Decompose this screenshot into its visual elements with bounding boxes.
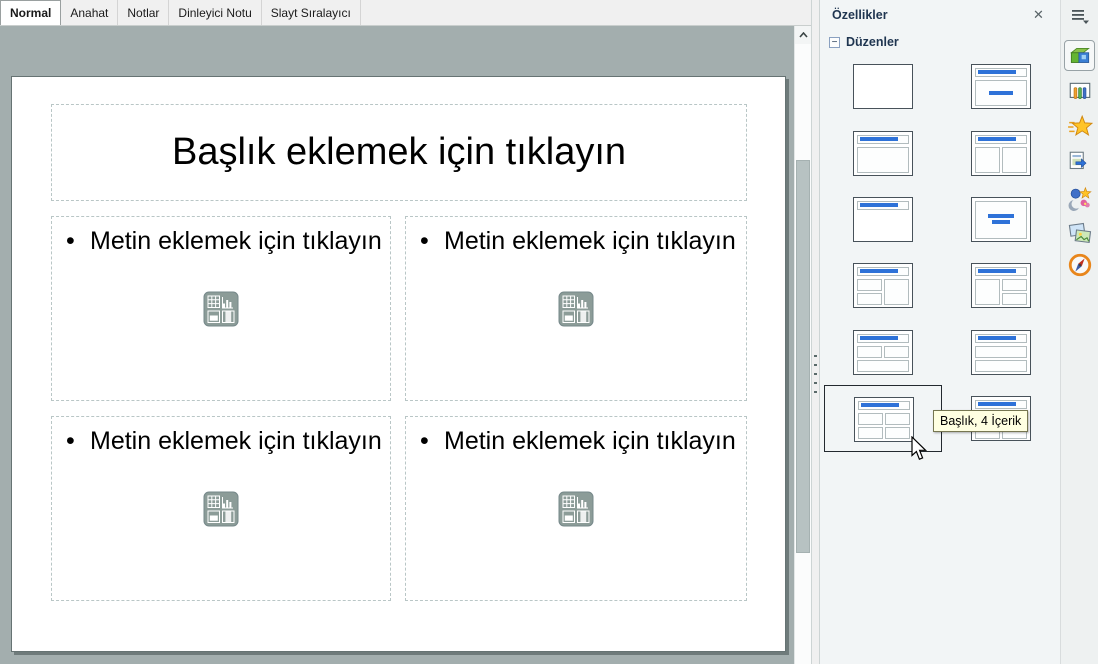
bullet: • <box>420 224 444 258</box>
sidebar-splitter[interactable] <box>811 0 820 664</box>
close-icon[interactable]: ✕ <box>1031 7 1046 22</box>
layout-title-two-content[interactable] <box>942 120 1060 187</box>
title-placeholder[interactable]: Başlık eklemek için tıklayın <box>51 104 747 201</box>
insert-content-icon[interactable] <box>558 291 594 327</box>
layout-thumbnail <box>971 330 1031 375</box>
layout-title-only[interactable] <box>824 186 942 253</box>
slide-transition-icon[interactable] <box>1064 76 1095 107</box>
insert-content-icon[interactable] <box>558 491 594 527</box>
content-placeholder-text: Metin eklemek için tıklayın <box>90 424 382 458</box>
vertical-scrollbar[interactable] <box>794 26 811 664</box>
layout-thumbnail <box>853 64 913 109</box>
collapse-icon[interactable]: − <box>829 37 840 48</box>
chevron-up-icon <box>799 32 808 38</box>
gallery-icon[interactable] <box>1064 217 1095 248</box>
title-placeholder-text: Başlık eklemek için tıklayın <box>172 131 626 174</box>
layout-tooltip: Başlık, 4 İçerik <box>933 410 1028 432</box>
layouts-section-header: − Düzenler <box>829 35 899 49</box>
properties-icon[interactable] <box>1064 40 1095 71</box>
animation-icon[interactable] <box>1064 111 1095 142</box>
layout-title-content-2content[interactable] <box>942 252 1060 319</box>
impress-window: NormalAnahatNotlarDinleyici NotuSlayt Sı… <box>0 0 1098 664</box>
layouts-section-title: Düzenler <box>846 35 899 49</box>
splitter-grip-icon <box>814 355 817 395</box>
content-placeholder-bottom-left[interactable]: • Metin eklemek için tıklayın <box>51 416 391 601</box>
sidebar-settings-icon[interactable] <box>1069 7 1090 25</box>
view-tab-0[interactable]: Normal <box>0 0 61 25</box>
sidebar-deck-bar <box>1061 0 1098 664</box>
layout-title-subtitle[interactable] <box>942 53 1060 120</box>
layout-thumbnail <box>853 197 913 242</box>
layout-thumbnail <box>971 263 1031 308</box>
view-tab-1[interactable]: Anahat <box>61 0 118 25</box>
bullet: • <box>66 224 90 258</box>
layout-title-content-over-content[interactable] <box>942 319 1060 386</box>
content-placeholder-top-right[interactable]: • Metin eklemek için tıklayın <box>405 216 747 401</box>
content-placeholder-bottom-right[interactable]: • Metin eklemek için tıklayın <box>405 416 747 601</box>
content-placeholder-top-left[interactable]: • Metin eklemek için tıklayın <box>51 216 391 401</box>
slide-edit-area[interactable]: Başlık eklemek için tıklayın • Metin ekl… <box>0 26 794 664</box>
scrollbar-thumb[interactable] <box>796 160 810 553</box>
insert-content-icon[interactable] <box>203 491 239 527</box>
bullet: • <box>420 424 444 458</box>
layout-title-content[interactable] <box>824 120 942 187</box>
layout-thumbnail <box>853 263 913 308</box>
layout-title-4content[interactable] <box>824 385 942 452</box>
layout-thumbnail <box>971 197 1031 242</box>
layout-thumbnail <box>971 131 1031 176</box>
properties-panel: Özellikler ✕ − Düzenler Başlık, 4 İçerik <box>820 0 1061 664</box>
layout-thumbnail <box>971 64 1031 109</box>
layout-centered-text[interactable] <box>942 186 1060 253</box>
panel-title: Özellikler <box>832 8 888 22</box>
navigator-icon[interactable] <box>1064 249 1095 280</box>
view-tab-2[interactable]: Notlar <box>118 0 169 25</box>
slide-canvas[interactable]: Başlık eklemek için tıklayın • Metin ekl… <box>11 76 786 652</box>
scroll-up-button[interactable] <box>795 26 811 44</box>
view-tab-bar: NormalAnahatNotlarDinleyici NotuSlayt Sı… <box>0 0 811 26</box>
layout-thumbnail <box>853 330 913 375</box>
insert-content-icon[interactable] <box>203 291 239 327</box>
master-slides-icon[interactable] <box>1064 146 1095 177</box>
view-tab-4[interactable]: Slayt Sıralayıcı <box>262 0 361 25</box>
panel-header: Özellikler ✕ <box>820 0 1060 30</box>
content-placeholder-text: Metin eklemek için tıklayın <box>444 424 736 458</box>
layout-blank[interactable] <box>824 53 942 120</box>
content-placeholder-text: Metin eklemek için tıklayın <box>90 224 382 258</box>
bullet: • <box>66 424 90 458</box>
layout-thumbnail <box>853 131 913 176</box>
layout-title-2content-over-content[interactable] <box>824 319 942 386</box>
content-placeholder-text: Metin eklemek için tıklayın <box>444 224 736 258</box>
layout-thumbnail <box>854 397 914 442</box>
view-tab-3[interactable]: Dinleyici Notu <box>169 0 261 25</box>
shapes-icon[interactable] <box>1064 182 1095 213</box>
layout-title-2content-content[interactable] <box>824 252 942 319</box>
